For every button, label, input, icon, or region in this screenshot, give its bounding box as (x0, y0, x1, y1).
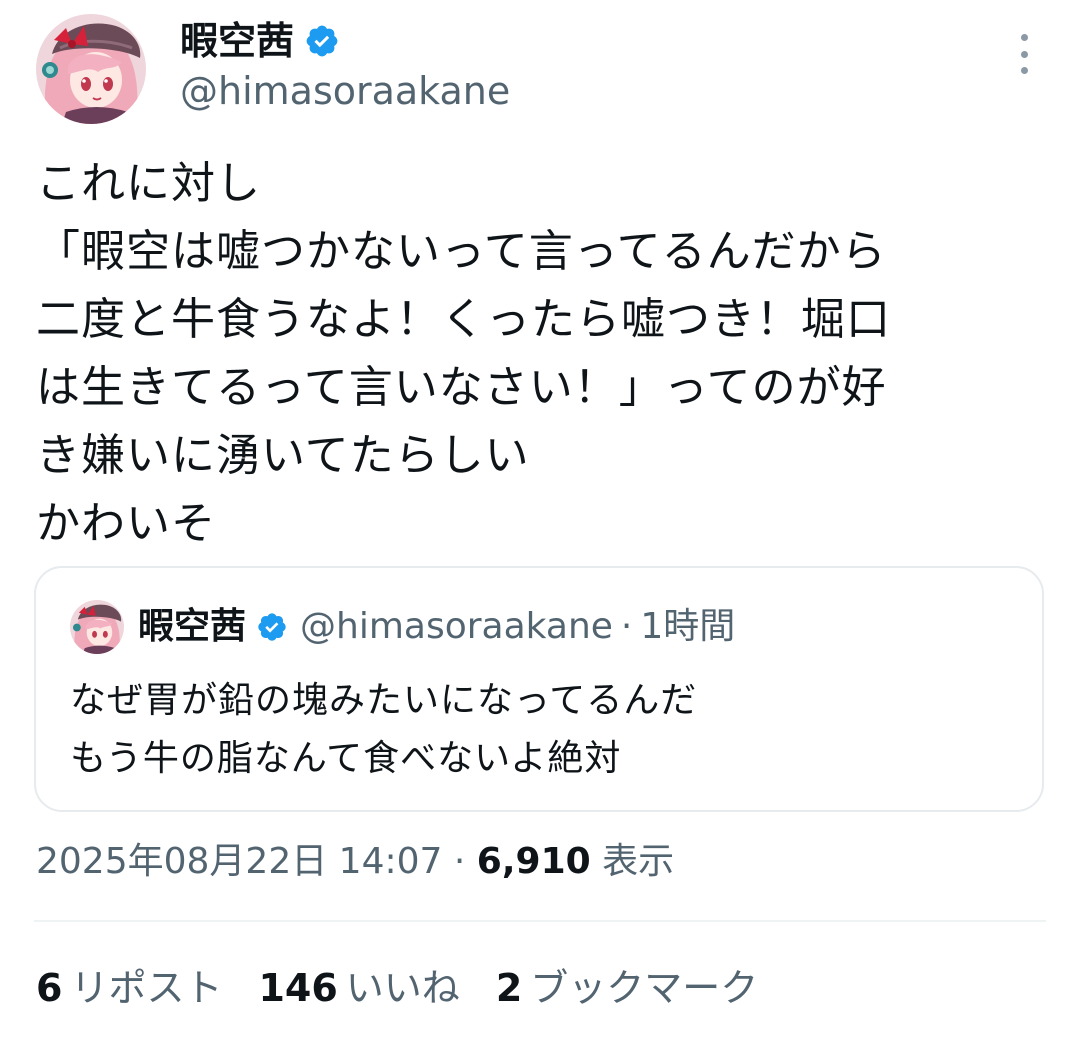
quoted-header: 暇空茜 @himasoraakane · 1時間 (138, 602, 735, 652)
more-vertical-icon[interactable] (1006, 34, 1042, 74)
meta-separator: · (453, 841, 466, 882)
divider (34, 920, 1046, 922)
repost-stat[interactable]: 6 リポスト (36, 962, 222, 1014)
view-label: 表示 (602, 841, 675, 882)
quoted-avatar (70, 600, 124, 654)
tweet-text-line: これに対し (36, 158, 261, 209)
bookmark-count: 2 (495, 966, 523, 1010)
repost-label: リポスト (70, 966, 223, 1010)
tweet-timestamp[interactable]: 2025年08月22日 14:07 (36, 841, 442, 882)
repost-count: 6 (36, 966, 63, 1010)
tweet: 暇空茜 @himasoraakane これに対し 「暇空は嘘つかないって言ってる… (0, 0, 1080, 1046)
like-stat[interactable]: 146 いいね (258, 962, 459, 1014)
tweet-meta: 2025年08月22日 14:07 · 6,910 表示 (36, 836, 674, 888)
quoted-display-name: 暇空茜 (138, 606, 247, 647)
tweet-text-line: き嫌いに湧いてたらしい (36, 430, 530, 481)
engagement-stats: 6 リポスト 146 いいね 2 ブックマーク (36, 962, 758, 1014)
author-name-row: 暇空茜 (180, 16, 340, 66)
bookmark-label: ブックマーク (530, 966, 759, 1010)
quoted-text-line: もう牛の脂なんて食べないよ絶対 (70, 738, 622, 779)
tweet-text-line: 「暇空は嘘つかないって言ってるんだから (36, 226, 887, 277)
avatar-image (36, 14, 146, 124)
view-count: 6,910 (476, 841, 591, 882)
quoted-handle: @himasoraakane (300, 606, 613, 647)
author-handle[interactable]: @himasoraakane (180, 66, 510, 116)
like-count: 146 (258, 966, 338, 1010)
bookmark-stat[interactable]: 2 ブックマーク (496, 962, 758, 1014)
quoted-separator: · (620, 606, 633, 647)
quoted-text-line: なぜ胃が鉛の塊みたいになってるんだ (70, 680, 698, 721)
tweet-text-line: 二度と牛食うなよ！くったら嘘つき！堀口 (36, 294, 891, 345)
author-display-name[interactable]: 暇空茜 (180, 16, 294, 66)
verified-badge-icon (256, 611, 288, 643)
tweet-text: これに対し 「暇空は嘘つかないって言ってるんだから 二度と牛食うなよ！くったら嘘… (36, 150, 1046, 558)
tweet-text-line: かわいそ (36, 498, 216, 549)
like-label: いいね (345, 966, 460, 1010)
quoted-tweet-card[interactable]: 暇空茜 @himasoraakane · 1時間 なぜ胃が鉛の塊みたいになってる… (34, 566, 1044, 812)
quoted-timestamp: 1時間 (640, 606, 736, 647)
quoted-tweet-text: なぜ胃が鉛の塊みたいになってるんだ もう牛の脂なんて食べないよ絶対 (70, 672, 697, 788)
avatar[interactable] (36, 14, 146, 124)
verified-badge-icon (304, 23, 340, 59)
tweet-text-line: は生きてるって言いなさい！」ってのが好 (36, 362, 887, 413)
quoted-avatar-image (70, 600, 124, 654)
